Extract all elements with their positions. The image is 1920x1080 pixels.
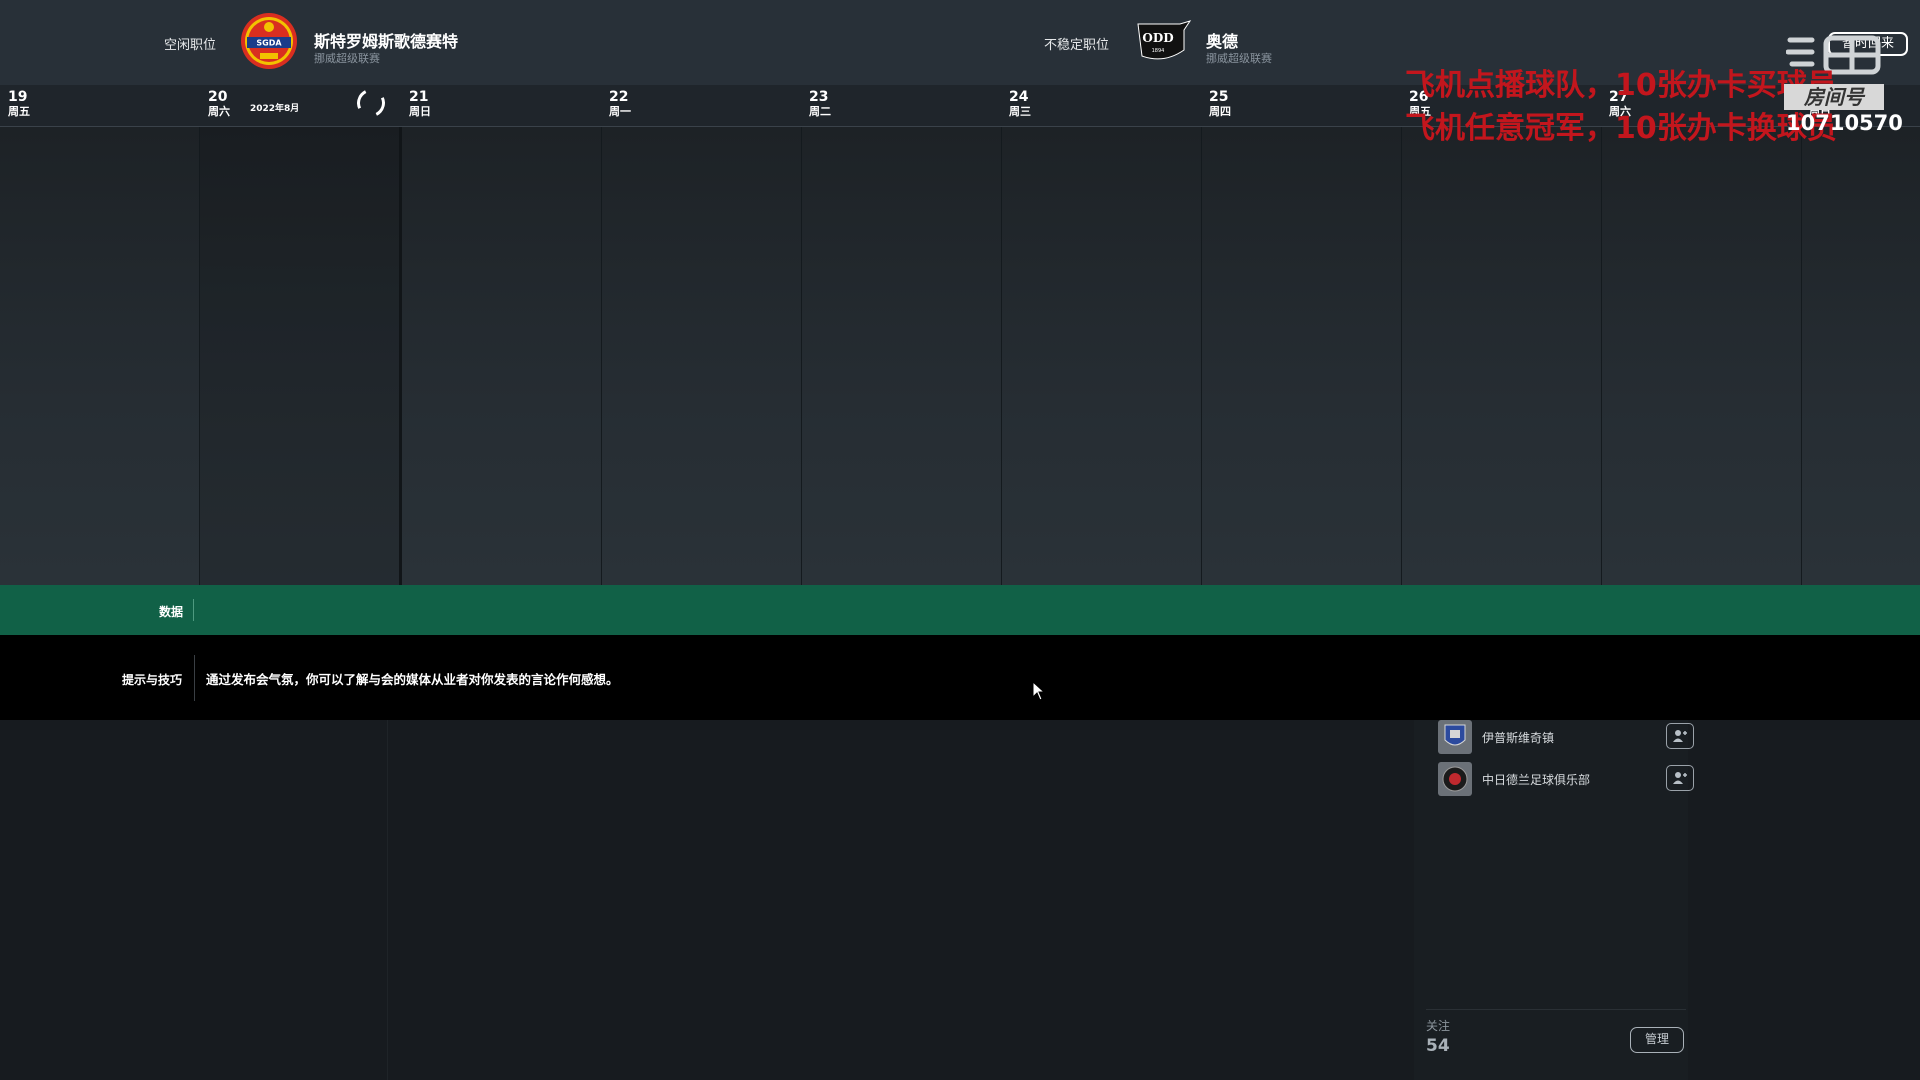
club-name: 中日德兰足球俱乐部 xyxy=(1482,773,1591,787)
league-name: 挪威超级联赛 xyxy=(314,52,380,65)
column-divider xyxy=(801,127,802,585)
rival-club[interactable]: 不稳定职位 ODD 1894 奥德 挪威超级联赛 xyxy=(1044,12,1344,72)
calendar-day[interactable]: 23 周二 xyxy=(809,90,831,119)
follow-add-button[interactable] xyxy=(1666,723,1694,749)
data-strip: 数据 xyxy=(0,585,1920,635)
overlay-promo-line: 飞机任意冠军，10张办卡换球员 xyxy=(1405,111,1837,146)
room-number: 10710570 xyxy=(1786,111,1903,135)
column-divider xyxy=(1801,127,1802,585)
club-badge-icon: ODD 1894 xyxy=(1137,20,1192,60)
column-divider xyxy=(199,127,200,585)
column-divider xyxy=(1201,127,1202,585)
tips-bar: 提示与技巧 通过发布会气氛，你可以了解与会的媒体从业者对你发表的言论作何感想。 xyxy=(0,635,1920,720)
follow-add-button[interactable] xyxy=(1666,765,1694,791)
calendar-grid xyxy=(0,127,1920,585)
room-label: 房间号 xyxy=(1784,84,1884,110)
club-name: 奥德 xyxy=(1206,32,1239,51)
job-status: 不稳定职位 xyxy=(1044,38,1110,53)
divider xyxy=(193,599,194,621)
svg-text:SGDA: SGDA xyxy=(256,39,282,48)
divider xyxy=(194,655,195,701)
calendar-day[interactable]: 19 周五 xyxy=(8,90,30,119)
bottom-area: 伊普斯维奇镇 中日德兰足球俱乐部 关注 54 管理 xyxy=(0,720,1920,1080)
svg-text:ODD: ODD xyxy=(1142,31,1173,45)
following-label: 关注 xyxy=(1426,1019,1451,1033)
calendar-day[interactable]: 24 周三 xyxy=(1009,90,1031,119)
tips-label: 提示与技巧 xyxy=(122,673,183,687)
tip-text: 通过发布会气氛，你可以了解与会的媒体从业者对你发表的言论作何感想。 xyxy=(206,672,619,687)
calendar-day-current[interactable]: 20 周六 xyxy=(208,90,230,119)
current-month: 2022年8月 xyxy=(250,104,300,114)
club-name: 斯特罗姆斯歌德赛特 xyxy=(314,32,459,51)
job-status: 空闲职位 xyxy=(164,38,217,53)
league-name: 挪威超级联赛 xyxy=(1206,52,1272,65)
club-badge-icon: SGDA xyxy=(241,13,297,69)
following-panel: 伊普斯维奇镇 中日德兰足球俱乐部 关注 54 管理 xyxy=(1414,720,1694,1080)
current-club[interactable]: 空闲职位 SGDA 斯特罗姆斯歌德赛特 挪威超级联赛 xyxy=(164,12,504,72)
club-crest-icon xyxy=(1438,720,1472,754)
svg-text:1894: 1894 xyxy=(1152,48,1165,54)
overlay-promo-line: 飞机点播球队，10张办卡买球员 xyxy=(1405,68,1837,103)
column-divider xyxy=(1601,127,1602,585)
column-divider xyxy=(399,127,402,585)
calendar-day[interactable]: 21 周日 xyxy=(409,90,431,119)
followed-club-row[interactable]: 伊普斯维奇镇 xyxy=(1426,720,1694,754)
club-name: 伊普斯维奇镇 xyxy=(1482,731,1555,745)
club-crest-icon xyxy=(1438,762,1472,796)
current-day-column xyxy=(200,127,400,585)
add-person-icon xyxy=(1673,730,1687,742)
following-count: 54 xyxy=(1426,1036,1450,1056)
column-divider xyxy=(1001,127,1002,585)
manage-button[interactable]: 管理 xyxy=(1630,1027,1684,1053)
calendar-day[interactable]: 25 周四 xyxy=(1209,90,1231,119)
column-divider xyxy=(1401,127,1402,585)
calendar-day[interactable]: 22 周一 xyxy=(609,90,631,119)
data-tab[interactable]: 数据 xyxy=(159,603,183,620)
divider xyxy=(387,720,388,1080)
followed-club-row[interactable]: 中日德兰足球俱乐部 xyxy=(1426,762,1694,796)
mouse-cursor-icon xyxy=(1032,681,1046,701)
column-divider xyxy=(601,127,602,585)
divider xyxy=(1426,1009,1686,1010)
add-person-icon xyxy=(1673,772,1687,784)
